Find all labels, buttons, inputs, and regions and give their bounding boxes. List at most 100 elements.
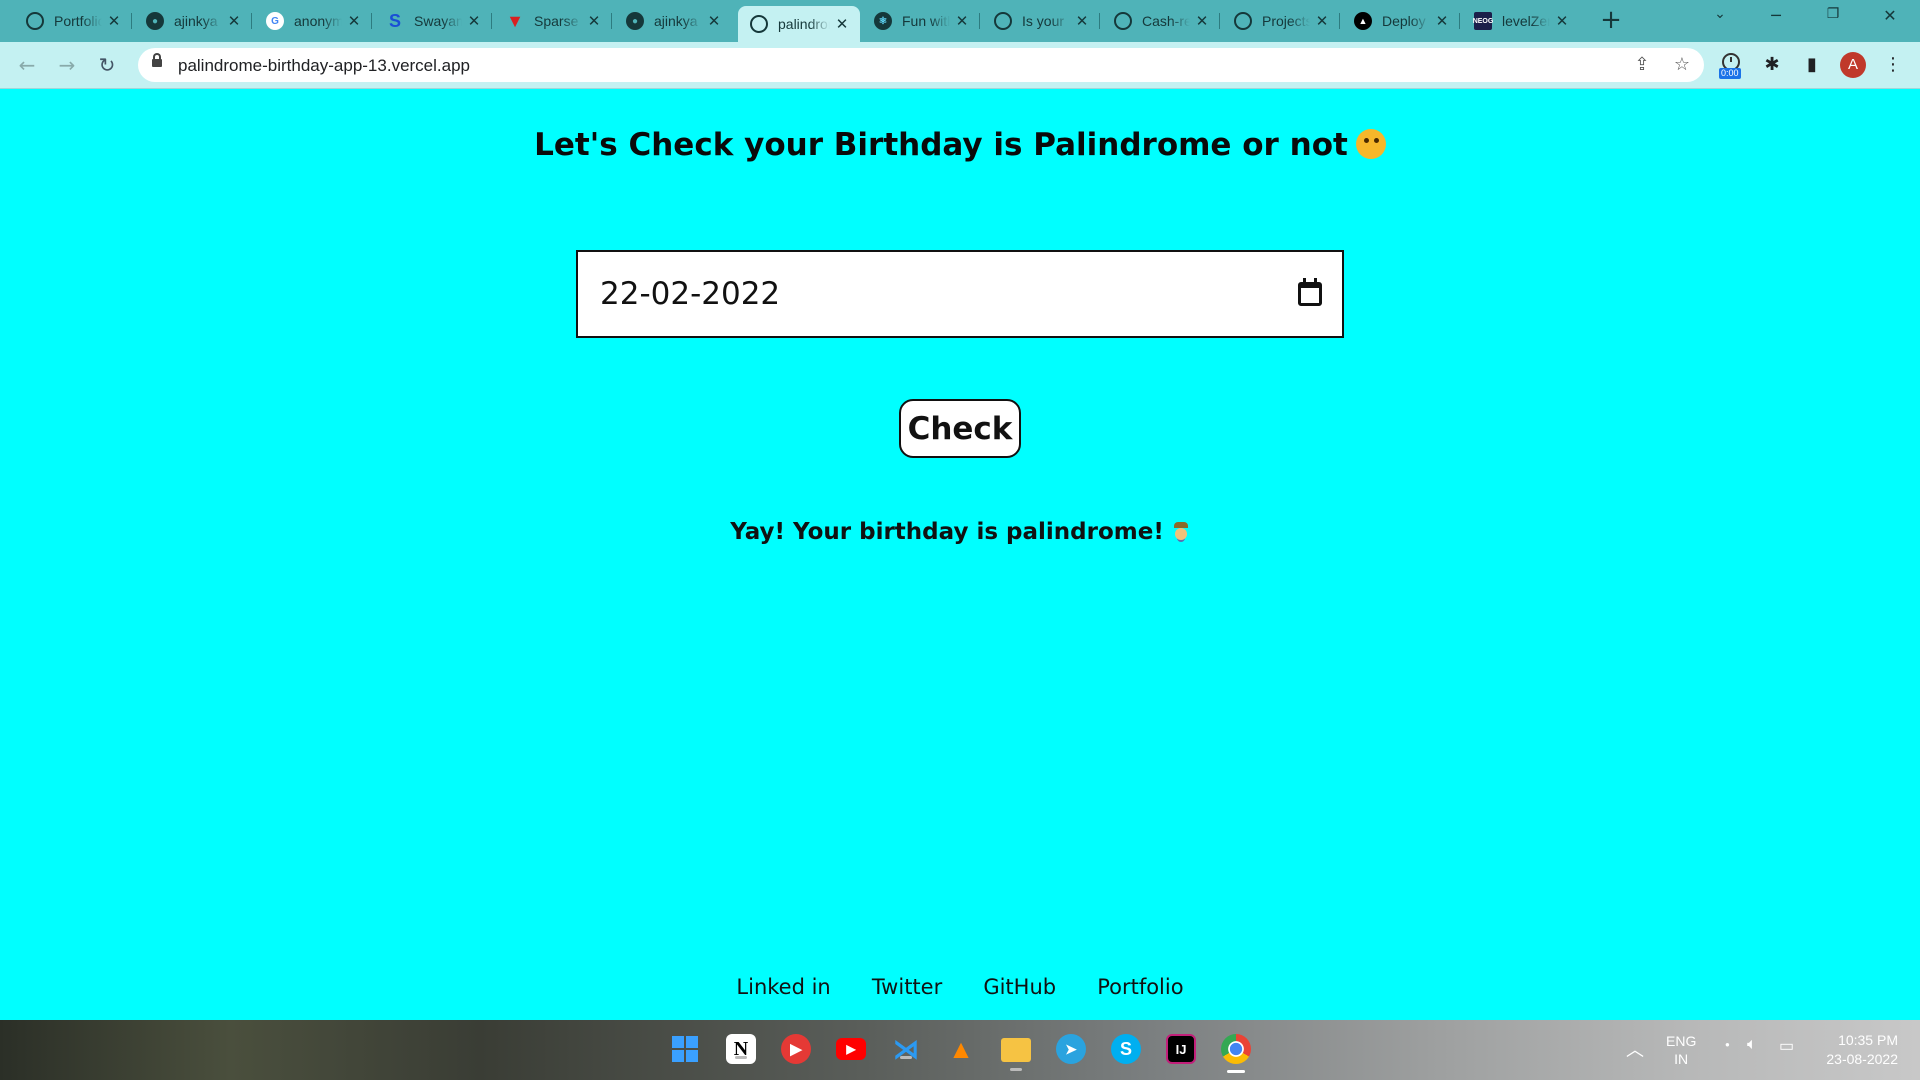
tab-github-1[interactable]: ● ajinkya ✕ [134, 6, 252, 36]
tray-overflow-chevron-icon[interactable]: ︿ [1626, 1036, 1644, 1062]
file-explorer-icon[interactable] [1001, 1038, 1031, 1071]
close-icon[interactable]: ✕ [226, 12, 242, 30]
clock-date: 23-08-2022 [1826, 1051, 1898, 1067]
tab-search-dropdown-icon[interactable]: ⌄ [1700, 6, 1740, 34]
windows-logo-icon [672, 1036, 698, 1062]
profile-avatar[interactable]: A [1840, 52, 1866, 78]
tab-label: anonymous [294, 13, 342, 29]
tab-label: Fun with [902, 13, 950, 29]
neog-icon: NEOG [1473, 12, 1493, 30]
tab-sparse[interactable]: ▼ Sparse ✕ [494, 6, 612, 36]
github-icon: ● [626, 12, 644, 30]
chrome-icon[interactable] [1221, 1034, 1251, 1073]
tab-deploy[interactable]: ▲ Deploy ✕ [1342, 6, 1460, 36]
tab-label: ajinkya [174, 13, 218, 29]
page-heading: Let's Check your Birthday is Palindrome … [0, 127, 1920, 163]
close-icon[interactable]: ✕ [106, 12, 122, 30]
wifi-icon[interactable]: ● [1725, 1040, 1730, 1049]
lock-icon [152, 53, 162, 67]
new-tab-button[interactable]: + [1598, 7, 1624, 34]
footer-link-portfolio[interactable]: Portfolio [1097, 975, 1183, 999]
forward-button[interactable]: → [54, 52, 80, 78]
globe-icon [1234, 12, 1252, 30]
check-button[interactable]: Check [899, 399, 1021, 458]
tab-label: Sparse [534, 13, 579, 29]
calendar-icon[interactable] [1298, 278, 1322, 306]
footer-links: Linked in Twitter GitHub Portfolio [0, 975, 1920, 999]
page-content: Let's Check your Birthday is Palindrome … [0, 89, 1920, 1020]
vlc-icon[interactable]: ▲ [946, 1034, 976, 1064]
react-icon: ⚛ [874, 12, 892, 30]
google-icon: G [266, 12, 284, 30]
tab-fun-with[interactable]: ⚛ Fun with ✕ [862, 6, 980, 36]
tab-github-2[interactable]: ● ajinkya ✕ [614, 6, 732, 36]
close-icon[interactable]: ✕ [586, 12, 602, 30]
language-primary: ENG [1666, 1033, 1697, 1049]
close-icon[interactable]: ✕ [954, 12, 970, 30]
youtube-icon[interactable]: ▶ [836, 1038, 866, 1060]
vercel-icon: ▲ [1354, 12, 1372, 30]
intellij-icon[interactable]: IJ [1166, 1034, 1196, 1064]
close-icon[interactable]: ✕ [1314, 12, 1330, 30]
tab-google[interactable]: G anonymous ✕ [254, 6, 372, 36]
footer-link-twitter[interactable]: Twitter [872, 975, 942, 999]
window-close-button[interactable]: ✕ [1870, 6, 1910, 34]
close-icon[interactable]: ✕ [1194, 12, 1210, 30]
thinking-face-icon [1355, 129, 1386, 159]
close-icon[interactable]: ✕ [706, 12, 722, 30]
tab-cash-register[interactable]: Cash-register ✕ [1102, 6, 1220, 36]
birthday-date-input[interactable] [576, 250, 1344, 338]
reload-button[interactable]: ↻ [94, 52, 120, 78]
tab-levelzero[interactable]: NEOG levelZero ✕ [1462, 6, 1580, 36]
share-icon[interactable]: ⇪ [1631, 54, 1653, 76]
notion-icon[interactable]: N [726, 1034, 756, 1064]
footer-link-github[interactable]: GitHub [983, 975, 1056, 999]
youtube-music-icon[interactable]: ▶ [781, 1034, 811, 1064]
battery-icon[interactable]: ▭ [1779, 1036, 1794, 1056]
address-bar[interactable]: palindrome-birthday-app-13.vercel.app ⇪ … [138, 48, 1704, 82]
github-icon: ● [146, 12, 164, 30]
windows-taskbar: N ▶ ▶ ⋊ ▲ ➤ S IJ ︿ ENG IN ● 🔈︎ ▭ 10:35 P… [0, 1020, 1920, 1080]
tab-label: Cash-register [1142, 13, 1190, 29]
side-panel-icon[interactable]: ▮ [1799, 52, 1825, 78]
vscode-icon[interactable]: ⋊ [891, 1034, 921, 1064]
active-indicator [1227, 1070, 1245, 1073]
close-icon[interactable]: ✕ [466, 12, 482, 30]
skype-icon[interactable]: S [1111, 1034, 1141, 1064]
result-text: Yay! Your birthday is palindrome! [730, 519, 1164, 545]
clock[interactable]: 10:35 PM 23-08-2022 [1810, 1031, 1898, 1069]
tab-is-your[interactable]: Is your ✕ [982, 6, 1100, 36]
restore-button[interactable]: ❐ [1813, 6, 1853, 34]
close-icon[interactable]: ✕ [1074, 12, 1090, 30]
extensions-puzzle-icon[interactable]: ✱ [1759, 52, 1785, 78]
close-icon[interactable]: ✕ [346, 12, 362, 30]
detective-icon [1172, 522, 1190, 542]
language-secondary: IN [1674, 1051, 1689, 1067]
timer-extension-icon[interactable]: 0:00 [1717, 52, 1745, 80]
language-indicator[interactable]: ENG IN [1666, 1032, 1696, 1068]
back-button[interactable]: ← [14, 52, 40, 78]
close-icon[interactable]: ✕ [1554, 12, 1570, 30]
result-message: Yay! Your birthday is palindrome! [0, 519, 1920, 545]
menu-kebab-icon[interactable]: ⋮ [1880, 52, 1906, 78]
tab-portfolio[interactable]: Portfolio ✕ [14, 6, 132, 36]
tab-swayam[interactable]: S Swayam ✕ [374, 6, 492, 36]
close-icon[interactable]: ✕ [1434, 12, 1450, 30]
windows-start-icon[interactable] [670, 1034, 700, 1064]
volume-icon[interactable]: 🔈︎ [1747, 1036, 1757, 1054]
browser-toolbar: ← → ↻ palindrome-birthday-app-13.vercel.… [0, 42, 1920, 89]
running-indicator [735, 1056, 747, 1059]
minimize-button[interactable]: ─ [1756, 6, 1796, 34]
tab-projects[interactable]: Projects ✕ [1222, 6, 1340, 36]
bookmark-star-icon[interactable]: ☆ [1671, 54, 1693, 76]
birthday-date-field[interactable] [598, 275, 1298, 313]
clock-time: 10:35 PM [1838, 1032, 1898, 1048]
globe-icon [994, 12, 1012, 30]
tab-label: palindrome [778, 16, 830, 32]
running-indicator [1010, 1068, 1022, 1071]
telegram-icon[interactable]: ➤ [1056, 1034, 1086, 1064]
tab-palindrome-active[interactable]: palindrome ✕ [738, 6, 860, 42]
tab-label: levelZero [1502, 13, 1550, 29]
footer-link-linkedin[interactable]: Linked in [736, 975, 830, 999]
close-icon[interactable]: ✕ [834, 15, 850, 33]
